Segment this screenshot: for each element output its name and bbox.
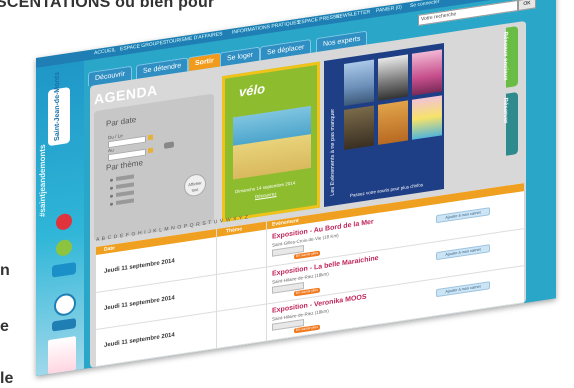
newsletter-link[interactable]: NEWSLETTER: [336, 9, 370, 20]
header-date: Date: [104, 245, 115, 253]
side-tab-social[interactable]: Réseaux sociaux: [502, 25, 518, 88]
login-link[interactable]: Se connecter: [410, 0, 439, 9]
social-icon[interactable]: [56, 212, 72, 232]
top-link[interactable]: ESPACE GROUPES: [120, 40, 166, 53]
sidebar: Saint-Jean-de-Monts #saintjeandemonts: [36, 60, 84, 376]
add-to-notebook-button[interactable]: Ajouter à mon carnet: [436, 281, 490, 298]
event-photo[interactable]: [344, 105, 374, 150]
promo-title: vélo: [239, 80, 266, 100]
event-photo[interactable]: [378, 100, 408, 145]
top-link[interactable]: ACCUEIL: [94, 47, 116, 56]
events-gallery: Les Evènements à ne pas manquer Passez v…: [324, 43, 444, 207]
event-date: Jeudi 11 septembre 2014: [104, 332, 175, 349]
top-link[interactable]: INFORMATIONS PRATIQUES: [232, 20, 300, 36]
background-headline: SCENTATIONS où bien pour: [0, 0, 215, 11]
calendar-icon[interactable]: [148, 147, 153, 154]
calendar-icon[interactable]: [148, 134, 153, 141]
promo-link[interactable]: Découvrez: [255, 191, 277, 199]
add-to-notebook-button[interactable]: Ajouter à mon carnet: [436, 207, 490, 224]
event-photo[interactable]: [344, 59, 374, 106]
ad-thumbnail[interactable]: [48, 336, 76, 375]
search-button[interactable]: OK: [518, 0, 536, 11]
event-date: Jeudi 11 septembre 2014: [104, 295, 175, 312]
background-word: e: [0, 318, 9, 335]
top-link[interactable]: TOURISME D'AFFAIRES: [166, 31, 222, 45]
hashtag: #saintjeandemonts: [38, 143, 47, 218]
event-photo[interactable]: [378, 54, 408, 101]
photo-stage: SCENTATIONS où bien pour n e le ACCUEIL …: [0, 0, 574, 388]
event-photo[interactable]: [412, 95, 442, 140]
to-label: Au: [108, 147, 114, 154]
background-word: n: [0, 262, 10, 279]
events-vertical-title: Les Evènements à ne pas manquer: [330, 108, 336, 197]
circle-icon[interactable]: [54, 292, 76, 318]
website-screen: ACCUEIL ESPACE GROUPES TOURISME D'AFFAIR…: [36, 0, 556, 376]
promo-image: [233, 105, 311, 180]
event-date: Jeudi 11 septembre 2014: [104, 258, 175, 275]
header-theme: Thème: [226, 226, 243, 235]
top-link[interactable]: ESPACE PRESSE: [298, 14, 340, 26]
social-icon[interactable]: [56, 238, 72, 258]
promo-banner[interactable]: vélo Dimanche 14 septembre 2014 Découvre…: [222, 61, 320, 223]
badge-icon[interactable]: [52, 318, 76, 332]
logo-text: Saint-Jean-de-Monts: [54, 71, 61, 142]
side-tab-reserver[interactable]: Réserver: [502, 91, 518, 156]
cart-link[interactable]: PANIER (0): [376, 4, 402, 14]
event-photo[interactable]: [412, 49, 442, 96]
background-word: le: [0, 370, 14, 387]
add-to-notebook-button[interactable]: Ajouter à mon carnet: [436, 244, 490, 261]
app-icon[interactable]: [52, 262, 76, 278]
